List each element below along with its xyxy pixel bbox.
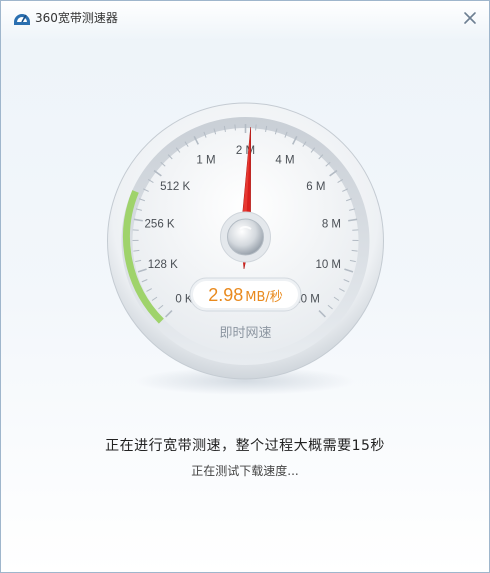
minor-tick: [255, 124, 257, 131]
needle-hub: [227, 218, 264, 256]
gauge-caption: 即时网速: [219, 326, 271, 341]
speedometer-app-icon: [14, 14, 30, 25]
scale-label: 2 M: [236, 145, 255, 157]
scale-label: 512 K: [160, 181, 190, 193]
title-bar: 360宽带测速器: [1, 1, 489, 35]
close-icon: [464, 12, 476, 24]
scale-label: 10 M: [315, 259, 341, 271]
scale-label: 8 M: [322, 218, 341, 230]
minor-tick: [234, 124, 236, 131]
scale-label: 128 K: [148, 259, 178, 271]
scale-label: 256 K: [145, 218, 175, 230]
window-title: 360宽带测速器: [35, 11, 118, 25]
speed-gauge: 0 K128 K256 K512 K1 M2 M4 M6 M8 M10 M20 …: [107, 102, 384, 395]
scale-label: 6 M: [306, 181, 325, 193]
status-main: 正在进行宽带测速，整个过程大概需要15秒: [105, 438, 385, 454]
scale-label: 1 M: [196, 154, 215, 166]
scale-label: 4 M: [275, 154, 294, 166]
status-sub: 正在测试下载速度...: [191, 464, 299, 478]
speed-unit: MB/秒: [245, 290, 283, 305]
speedtest-window: 360宽带测速器 0 K 128 K 256 K 512 K 1 M 2 M 4…: [0, 0, 490, 573]
speed-value: 2.98: [208, 285, 243, 305]
close-button[interactable]: [459, 7, 481, 29]
